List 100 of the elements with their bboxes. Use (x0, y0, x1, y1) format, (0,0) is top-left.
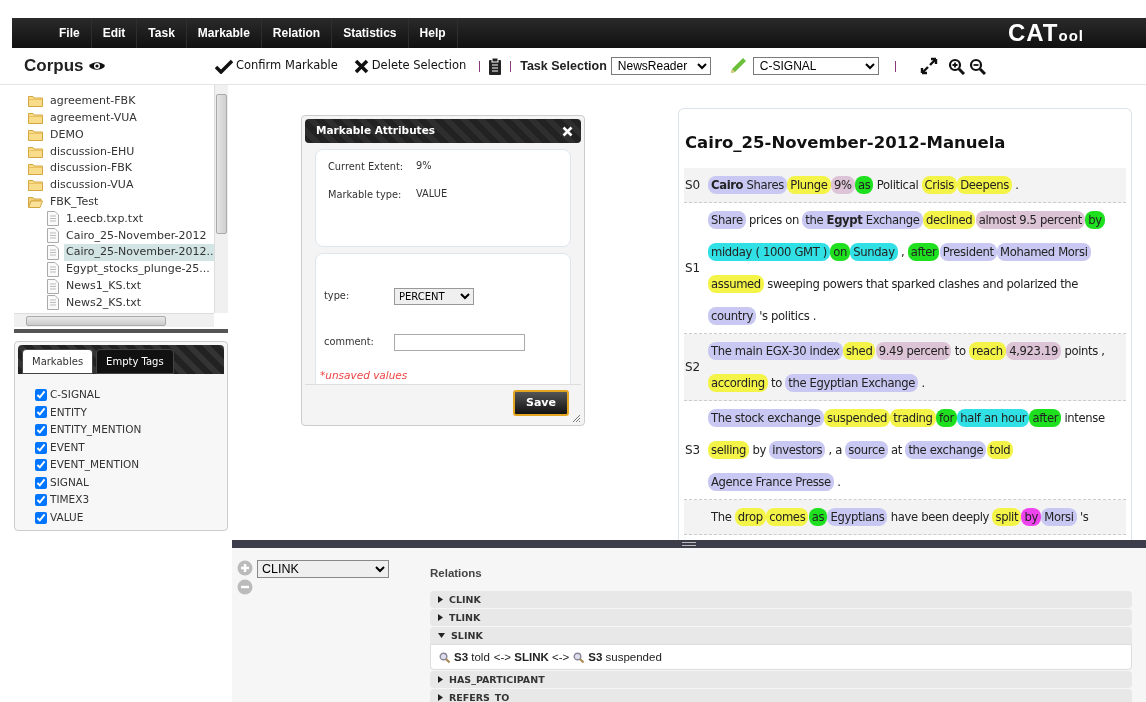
checkbox[interactable] (35, 388, 47, 401)
document-icon[interactable] (47, 228, 59, 244)
document-icon[interactable] (47, 295, 59, 311)
document-entry[interactable]: News2_KS.txt (64, 294, 144, 312)
folder-icon[interactable] (28, 179, 43, 192)
markable-token[interactable]: investors (769, 440, 826, 459)
relation-source[interactable]: S3 told (454, 648, 490, 666)
checkbox[interactable] (35, 476, 47, 489)
markable-token[interactable]: suspended (824, 408, 890, 427)
menu-item[interactable]: File (48, 18, 92, 48)
markable-token[interactable]: reach (969, 341, 1006, 360)
menu-item[interactable]: Help (408, 18, 458, 48)
markable-token[interactable]: 9.49 percent (875, 341, 952, 360)
markable-token[interactable]: Crisis (921, 175, 957, 194)
tab[interactable]: Markables (22, 349, 94, 374)
markable-token[interactable]: Share (708, 210, 746, 229)
caret-right-icon[interactable] (438, 596, 443, 604)
checkbox[interactable] (35, 424, 47, 436)
document-icon[interactable] (47, 245, 59, 261)
relation-target[interactable]: S3 suspended (588, 648, 662, 666)
folder-entry[interactable]: discussion-VUA (48, 177, 136, 194)
accordion-header[interactable]: REFERS_TO (430, 689, 1132, 702)
tab[interactable]: Empty Tags (96, 349, 174, 374)
folder-entry[interactable]: discussion-FBK (48, 160, 135, 177)
markable-token[interactable]: drop (734, 507, 766, 526)
markable-token[interactable]: Plunge (787, 175, 831, 194)
document-entry[interactable]: 1.eecb.txp.txt (64, 210, 145, 228)
open-folder-icon[interactable] (28, 196, 43, 209)
markable-token[interactable]: Cairo Shares (708, 175, 787, 194)
magnifier-icon[interactable] (439, 651, 450, 663)
markable-token[interactable]: trading (890, 408, 936, 427)
document-entry[interactable]: News1_KS.txt (64, 277, 144, 295)
folder-entry[interactable]: FBK_Test (48, 193, 101, 211)
accordion-header[interactable]: CLINK (430, 591, 1132, 609)
caret-right-icon[interactable] (438, 694, 443, 702)
folder-entry[interactable]: DEMO (48, 126, 86, 144)
markable-select[interactable]: C-SIGNAL (752, 57, 879, 75)
remove-button[interactable] (237, 579, 253, 595)
delete-selection-button[interactable]: Delete Selection (349, 57, 471, 75)
accordion-header[interactable]: TLINK (430, 609, 1132, 627)
caret-right-icon[interactable] (438, 676, 443, 684)
vertical-scrollbar[interactable] (214, 85, 228, 313)
folder-icon[interactable] (28, 95, 43, 108)
pencil-icon[interactable] (728, 57, 747, 75)
markable-token[interactable]: shed (842, 341, 876, 360)
markable-token[interactable]: declined (923, 210, 976, 229)
zoom-out-icon[interactable] (968, 57, 986, 75)
folder-icon[interactable] (28, 129, 43, 141)
markable-token[interactable]: as (808, 507, 828, 526)
markable-token[interactable]: comes (766, 507, 809, 526)
checkbox[interactable] (35, 459, 47, 472)
accordion-header[interactable]: HAS_PARTICIPANT (430, 671, 1132, 689)
markable-token[interactable]: almost 9.5 percent (975, 210, 1085, 229)
clipboard-icon[interactable] (489, 57, 502, 75)
markable-token[interactable]: by (1021, 507, 1041, 526)
markable-token[interactable]: assumed (708, 274, 764, 293)
checkbox[interactable] (35, 494, 47, 507)
markable-token[interactable]: after (1029, 408, 1062, 427)
checkbox[interactable] (35, 511, 47, 524)
accordion-header[interactable]: SLINK (430, 627, 1132, 645)
folder-icon[interactable] (28, 112, 43, 125)
markable-token[interactable]: The stock exchange (708, 408, 824, 427)
checkbox[interactable] (35, 406, 47, 419)
expand-icon[interactable] (919, 57, 938, 75)
markable-token[interactable]: on (830, 242, 850, 261)
close-icon[interactable] (562, 125, 573, 137)
markable-token[interactable]: Deepens (957, 175, 1012, 194)
markable-token[interactable]: President (939, 242, 997, 261)
horizontal-scrollbar[interactable] (14, 313, 214, 327)
menu-item[interactable]: Markable (186, 18, 262, 48)
document-icon[interactable] (47, 211, 59, 227)
markable-token[interactable]: after (907, 242, 940, 261)
markable-token[interactable]: half an hour (957, 408, 1030, 427)
document-icon[interactable] (47, 278, 59, 294)
resize-grip-icon[interactable] (571, 413, 581, 423)
markable-token[interactable]: Agence France Presse (708, 472, 834, 491)
markable-token[interactable]: The main EGX-30 index (708, 341, 843, 360)
markable-token[interactable]: 4,923.19 (1006, 341, 1062, 360)
markable-token[interactable]: for (935, 408, 957, 427)
markable-token[interactable]: midday ( 1000 GMT ) (708, 242, 830, 261)
folder-entry[interactable]: discussion-EHU (48, 143, 137, 161)
eye-icon[interactable] (87, 60, 106, 72)
document-icon[interactable] (47, 261, 59, 277)
menu-item[interactable]: Task (137, 18, 187, 48)
save-button[interactable]: Save (513, 389, 569, 416)
markable-token[interactable]: split (992, 507, 1022, 526)
folder-icon[interactable] (28, 162, 43, 175)
document-entry[interactable]: Cairo_25-November-2012.. (64, 244, 216, 261)
type-select[interactable]: PERCENT (394, 287, 474, 305)
menu-item[interactable]: Relation (261, 18, 333, 48)
markable-token[interactable]: told (986, 440, 1014, 459)
relation-type-select[interactable]: CLINK (257, 560, 389, 578)
checkbox[interactable] (35, 441, 47, 454)
markable-token[interactable]: source (845, 440, 888, 459)
markable-token[interactable]: the Egypt Exchange (802, 210, 923, 229)
folder-entry[interactable]: agreement-VUA (48, 109, 139, 127)
folder-entry[interactable]: agreement-FBK (48, 93, 138, 110)
zoom-in-icon[interactable] (947, 57, 965, 75)
caret-right-icon[interactable] (438, 614, 443, 622)
markable-token[interactable]: 9% (831, 175, 855, 194)
